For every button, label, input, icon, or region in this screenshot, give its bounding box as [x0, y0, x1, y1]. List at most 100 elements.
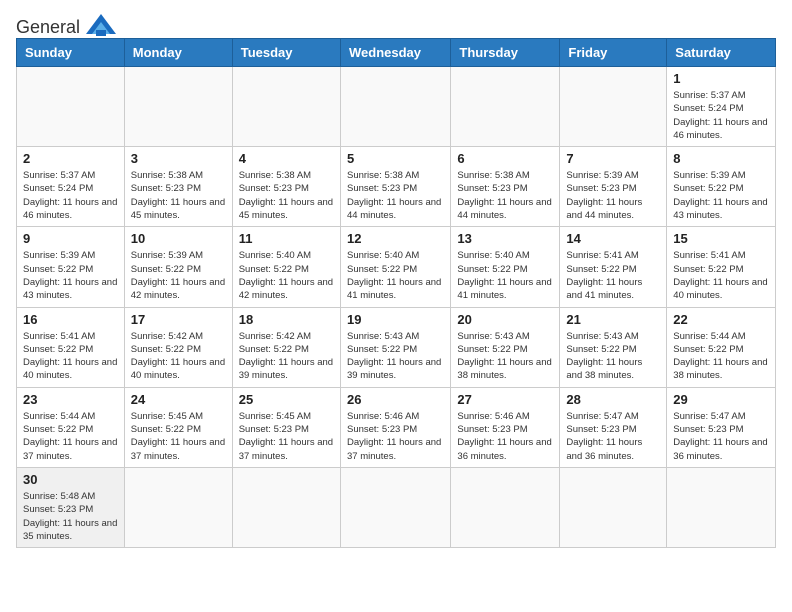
day-info: Sunrise: 5:40 AMSunset: 5:22 PMDaylight:…: [457, 249, 553, 302]
calendar-cell: 23Sunrise: 5:44 AMSunset: 5:22 PMDayligh…: [17, 387, 125, 467]
calendar-cell: 11 Sunrise: 5:40 AMSunset: 5:22 PMDayligh…: [232, 227, 340, 307]
day-info: Sunrise: 5:45 AMSunset: 5:23 PMDaylight:…: [239, 410, 334, 463]
day-number: 17: [131, 312, 226, 327]
week-row-1: 1 Sunrise: 5:37 AMSunset: 5:24 PMDaylight…: [17, 67, 776, 147]
week-row-4: 16Sunrise: 5:41 AMSunset: 5:22 PMDayligh…: [17, 307, 776, 387]
calendar-cell: 7Sunrise: 5:39 AMSunset: 5:23 PMDaylight…: [560, 147, 667, 227]
calendar-cell: [17, 67, 125, 147]
day-number: 30: [23, 472, 118, 487]
calendar-cell: 28 Sunrise: 5:47 AMSunset: 5:23 PMDayligh…: [560, 387, 667, 467]
calendar-cell: 24Sunrise: 5:45 AMSunset: 5:22 PMDayligh…: [124, 387, 232, 467]
day-number: 28: [566, 392, 660, 407]
day-info: Sunrise: 5:39 AMSunset: 5:22 PMDaylight:…: [131, 249, 226, 302]
calendar-cell: 29 Sunrise: 5:47 AMSunset: 5:23 PMDayligh…: [667, 387, 776, 467]
day-info: Sunrise: 5:38 AMSunset: 5:23 PMDaylight:…: [131, 169, 226, 222]
weekday-header-thursday: Thursday: [451, 39, 560, 67]
calendar-cell: 17 Sunrise: 5:42 AMSunset: 5:22 PMDayligh…: [124, 307, 232, 387]
week-row-6: 30 Sunrise: 5:48 AMSunset: 5:23 PMDayligh…: [17, 467, 776, 547]
calendar-cell: [124, 467, 232, 547]
calendar-cell: [560, 67, 667, 147]
calendar-cell: 8Sunrise: 5:39 AMSunset: 5:22 PMDaylight…: [667, 147, 776, 227]
calendar-cell: 21 Sunrise: 5:43 AMSunset: 5:22 PMDayligh…: [560, 307, 667, 387]
day-info: Sunrise: 5:37 AMSunset: 5:24 PMDaylight:…: [673, 89, 769, 142]
day-info: Sunrise: 5:47 AMSunset: 5:23 PMDaylight:…: [673, 410, 769, 463]
day-info: Sunrise: 5:39 AMSunset: 5:22 PMDaylight:…: [673, 169, 769, 222]
calendar-cell: 9 Sunrise: 5:39 AMSunset: 5:22 PMDaylight…: [17, 227, 125, 307]
day-number: 3: [131, 151, 226, 166]
calendar-cell: 14 Sunrise: 5:41 AMSunset: 5:22 PMDayligh…: [560, 227, 667, 307]
day-number: 23: [23, 392, 118, 407]
day-info: Sunrise: 5:39 AMSunset: 5:22 PMDaylight:…: [23, 249, 118, 302]
day-info: Sunrise: 5:46 AMSunset: 5:23 PMDaylight:…: [347, 410, 444, 463]
day-number: 24: [131, 392, 226, 407]
day-number: 9: [23, 231, 118, 246]
calendar-cell: 6 Sunrise: 5:38 AMSunset: 5:23 PMDaylight…: [451, 147, 560, 227]
day-info: Sunrise: 5:42 AMSunset: 5:22 PMDaylight:…: [131, 330, 226, 383]
day-info: Sunrise: 5:43 AMSunset: 5:22 PMDaylight:…: [457, 330, 553, 383]
day-number: 14: [566, 231, 660, 246]
day-number: 25: [239, 392, 334, 407]
calendar-cell: 19 Sunrise: 5:43 AMSunset: 5:22 PMDayligh…: [340, 307, 450, 387]
weekday-header-wednesday: Wednesday: [340, 39, 450, 67]
calendar-cell: [124, 67, 232, 147]
calendar-cell: 22Sunrise: 5:44 AMSunset: 5:22 PMDayligh…: [667, 307, 776, 387]
page-header: General: [16, 16, 776, 30]
calendar-cell: [232, 67, 340, 147]
week-row-2: 2 Sunrise: 5:37 AMSunset: 5:24 PMDaylight…: [17, 147, 776, 227]
day-info: Sunrise: 5:47 AMSunset: 5:23 PMDaylight:…: [566, 410, 660, 463]
day-info: Sunrise: 5:38 AMSunset: 5:23 PMDaylight:…: [239, 169, 334, 222]
day-info: Sunrise: 5:43 AMSunset: 5:22 PMDaylight:…: [347, 330, 444, 383]
weekday-header-saturday: Saturday: [667, 39, 776, 67]
day-info: Sunrise: 5:41 AMSunset: 5:22 PMDaylight:…: [673, 249, 769, 302]
calendar-cell: 15Sunrise: 5:41 AMSunset: 5:22 PMDayligh…: [667, 227, 776, 307]
calendar-cell: 27 Sunrise: 5:46 AMSunset: 5:23 PMDayligh…: [451, 387, 560, 467]
day-info: Sunrise: 5:37 AMSunset: 5:24 PMDaylight:…: [23, 169, 118, 222]
day-number: 21: [566, 312, 660, 327]
calendar-cell: 3 Sunrise: 5:38 AMSunset: 5:23 PMDaylight…: [124, 147, 232, 227]
calendar-cell: 30 Sunrise: 5:48 AMSunset: 5:23 PMDayligh…: [17, 467, 125, 547]
calendar-cell: [340, 67, 450, 147]
day-info: Sunrise: 5:38 AMSunset: 5:23 PMDaylight:…: [457, 169, 553, 222]
logo-blue-icon: [82, 12, 120, 38]
weekday-header-sunday: Sunday: [17, 39, 125, 67]
calendar-cell: 25 Sunrise: 5:45 AMSunset: 5:23 PMDayligh…: [232, 387, 340, 467]
day-number: 10: [131, 231, 226, 246]
day-info: Sunrise: 5:40 AMSunset: 5:22 PMDaylight:…: [239, 249, 334, 302]
day-info: Sunrise: 5:42 AMSunset: 5:22 PMDaylight:…: [239, 330, 334, 383]
weekday-header-monday: Monday: [124, 39, 232, 67]
day-info: Sunrise: 5:48 AMSunset: 5:23 PMDaylight:…: [23, 490, 118, 543]
week-row-3: 9 Sunrise: 5:39 AMSunset: 5:22 PMDaylight…: [17, 227, 776, 307]
weekday-header-friday: Friday: [560, 39, 667, 67]
calendar-cell: 16Sunrise: 5:41 AMSunset: 5:22 PMDayligh…: [17, 307, 125, 387]
weekday-header-row: SundayMondayTuesdayWednesdayThursdayFrid…: [17, 39, 776, 67]
calendar-cell: 10 Sunrise: 5:39 AMSunset: 5:22 PMDayligh…: [124, 227, 232, 307]
day-number: 20: [457, 312, 553, 327]
calendar-cell: 18Sunrise: 5:42 AMSunset: 5:22 PMDayligh…: [232, 307, 340, 387]
day-info: Sunrise: 5:40 AMSunset: 5:22 PMDaylight:…: [347, 249, 444, 302]
day-info: Sunrise: 5:43 AMSunset: 5:22 PMDaylight:…: [566, 330, 660, 383]
day-info: Sunrise: 5:39 AMSunset: 5:23 PMDaylight:…: [566, 169, 660, 222]
day-number: 22: [673, 312, 769, 327]
day-number: 2: [23, 151, 118, 166]
day-info: Sunrise: 5:38 AMSunset: 5:23 PMDaylight:…: [347, 169, 444, 222]
day-number: 6: [457, 151, 553, 166]
day-number: 16: [23, 312, 118, 327]
day-info: Sunrise: 5:41 AMSunset: 5:22 PMDaylight:…: [566, 249, 660, 302]
calendar-cell: [340, 467, 450, 547]
calendar-cell: [451, 67, 560, 147]
calendar-cell: 12 Sunrise: 5:40 AMSunset: 5:22 PMDayligh…: [340, 227, 450, 307]
weekday-header-tuesday: Tuesday: [232, 39, 340, 67]
day-number: 19: [347, 312, 444, 327]
day-info: Sunrise: 5:46 AMSunset: 5:23 PMDaylight:…: [457, 410, 553, 463]
calendar-cell: [667, 467, 776, 547]
calendar-cell: 5Sunrise: 5:38 AMSunset: 5:23 PMDaylight…: [340, 147, 450, 227]
day-number: 12: [347, 231, 444, 246]
day-number: 11: [239, 231, 334, 246]
day-number: 13: [457, 231, 553, 246]
calendar-cell: [560, 467, 667, 547]
day-number: 26: [347, 392, 444, 407]
day-number: 1: [673, 71, 769, 86]
calendar-cell: 26 Sunrise: 5:46 AMSunset: 5:23 PMDayligh…: [340, 387, 450, 467]
day-number: 27: [457, 392, 553, 407]
day-number: 29: [673, 392, 769, 407]
